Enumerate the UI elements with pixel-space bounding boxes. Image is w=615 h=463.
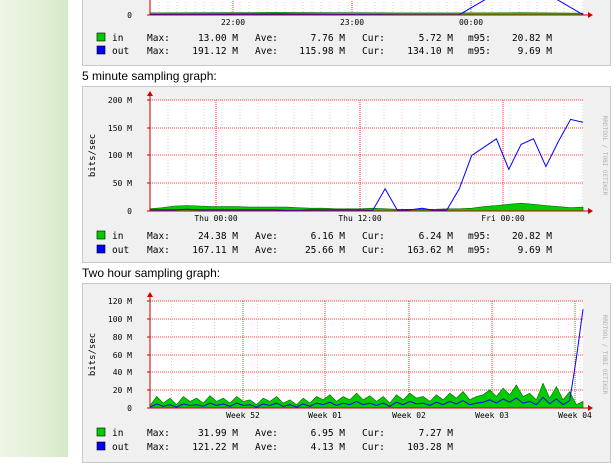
graph-panel-five-minute: 200 M 150 M 100 M 50 M 0 Thu 00:00 Thu 12:00 Fr… [82,86,611,263]
watermark-text: RRDTOOL / TOBI OETIKER [601,315,608,395]
stat-value-ave: 25.66 M [305,245,345,256]
stat-label-cur: Cur: [362,231,385,242]
x-tick-label: 00:00 [459,18,483,27]
graph-panel-two-hour: 120 M 100 M 80 M 60 M 40 M 20 M 0 Week 52 Week 0… [82,283,611,463]
y-tick-label: 20 M [113,386,132,395]
legend-swatch-in [96,427,106,437]
stat-value-max: 24.38 M [198,231,238,242]
stat-label-max: Max: [147,245,170,256]
stat-value-ave: 6.95 M [311,428,346,439]
y-tick-label: 50 M [113,179,132,188]
stat-label-max: Max: [147,442,170,453]
y-tick-label: 0 [127,404,132,413]
stat-label-ave: Ave: [255,46,278,57]
stat-label-cur: Cur: [362,442,385,453]
x-tick-label: Thu 00:00 [194,214,238,223]
graph-panel-top: 0 22:00 23:00 00:00 in Max: 13.00 M Ave: 7.76 M C… [82,0,611,66]
x-tick-label: Week 04 [558,411,592,420]
y-tick-label: 0 [127,207,132,216]
stat-value-ave: 6.16 M [311,231,346,242]
plot-area [150,100,583,211]
legend-swatch-in [96,230,106,240]
legend-label-in: in [112,33,123,44]
stat-value-cur: 163.62 M [407,245,453,256]
stat-label-max: Max: [147,46,170,57]
stat-label-cur: Cur: [362,46,385,57]
stat-label-max: Max: [147,428,170,439]
x-axis-arrow [588,208,593,214]
legend-label-in: in [112,231,123,242]
watermark-text: RRDTOOL / TOBI OETIKER [601,116,608,196]
stat-label-ave: Ave: [255,231,278,242]
stat-value-ave: 115.98 M [299,46,345,57]
stat-value-max: 167.11 M [192,245,238,256]
stat-value-cur: 5.72 M [419,33,454,44]
legend-swatch-out [96,244,106,254]
stat-value-max: 121.22 M [192,442,238,453]
legend-label-out: out [112,46,129,57]
stat-value-ave: 7.76 M [311,33,346,44]
traffic-graph-two-hour[interactable]: 120 M 100 M 80 M 60 M 40 M 20 M 0 Week 52 Week 0… [83,284,610,462]
x-tick-label: 22:00 [221,18,245,27]
stat-value-max: 191.12 M [192,46,238,57]
stat-label-m95: m95: [468,33,491,44]
stat-value-cur: 7.27 M [419,428,454,439]
y-axis-arrow [147,292,153,297]
x-tick-label: Week 52 [226,411,260,420]
stat-label-ave: Ave: [255,442,278,453]
stat-value-max: 13.00 M [198,33,238,44]
y-tick-label: 200 M [108,96,132,105]
y-tick-label: 80 M [113,333,132,342]
content-area: 0 22:00 23:00 00:00 in Max: 13.00 M Ave: 7.76 M C… [68,0,615,463]
sidebar-strip [0,0,68,457]
x-tick-label: Fri 00:00 [481,214,525,223]
stat-value-m95: 20.82 M [512,231,552,242]
y-axis-arrow [147,91,153,96]
stat-label-max: Max: [147,33,170,44]
stat-value-cur: 103.28 M [407,442,453,453]
x-tick-label: Thu 12:00 [338,214,382,223]
x-axis-arrow [588,12,593,18]
x-tick-label: Week 01 [308,411,342,420]
stat-label-max: Max: [147,231,170,242]
stat-value-cur: 134.10 M [407,46,453,57]
stat-label-ave: Ave: [255,33,278,44]
stat-value-m95: 9.69 M [518,46,553,57]
legend-label-in: in [112,428,123,439]
stat-label-m95: m95: [468,231,491,242]
y-axis-label: bits/sec [88,134,98,177]
y-tick-label: 40 M [113,368,132,377]
y-tick-label: 150 M [108,124,132,133]
traffic-graph-top[interactable]: 0 22:00 23:00 00:00 in Max: 13.00 M Ave: 7.76 M C… [83,0,610,65]
stat-label-cur: Cur: [362,33,385,44]
stat-label-cur: Cur: [362,428,385,439]
legend-label-out: out [112,442,129,453]
section-title-five-minute: 5 minute sampling graph: [82,69,217,83]
stat-label-ave: Ave: [255,428,278,439]
stat-value-m95: 20.82 M [512,33,552,44]
legend-swatch-out [96,45,106,55]
traffic-graph-five-minute[interactable]: 200 M 150 M 100 M 50 M 0 Thu 00:00 Thu 12:00 Fr… [83,87,610,262]
section-title-two-hour: Two hour sampling graph: [82,266,221,280]
y-tick-label: 120 M [108,297,132,306]
y-tick-label: 0 [127,11,132,20]
legend-swatch-out [96,441,106,451]
stat-label-m95: m95: [468,245,491,256]
stat-value-ave: 4.13 M [311,442,346,453]
x-tick-label: Week 02 [392,411,426,420]
x-tick-label: 23:00 [340,18,364,27]
legend-label-out: out [112,245,129,256]
y-tick-label: 100 M [108,315,132,324]
stat-label-cur: Cur: [362,245,385,256]
stat-value-max: 31.99 M [198,428,238,439]
y-tick-label: 100 M [108,151,132,160]
stat-label-ave: Ave: [255,245,278,256]
y-tick-label: 60 M [113,351,132,360]
stat-label-m95: m95: [468,46,491,57]
legend-swatch-in [96,32,106,42]
x-tick-label: Week 03 [475,411,509,420]
stat-value-cur: 6.24 M [419,231,454,242]
stat-value-m95: 9.69 M [518,245,553,256]
y-axis-label: bits/sec [88,333,98,376]
